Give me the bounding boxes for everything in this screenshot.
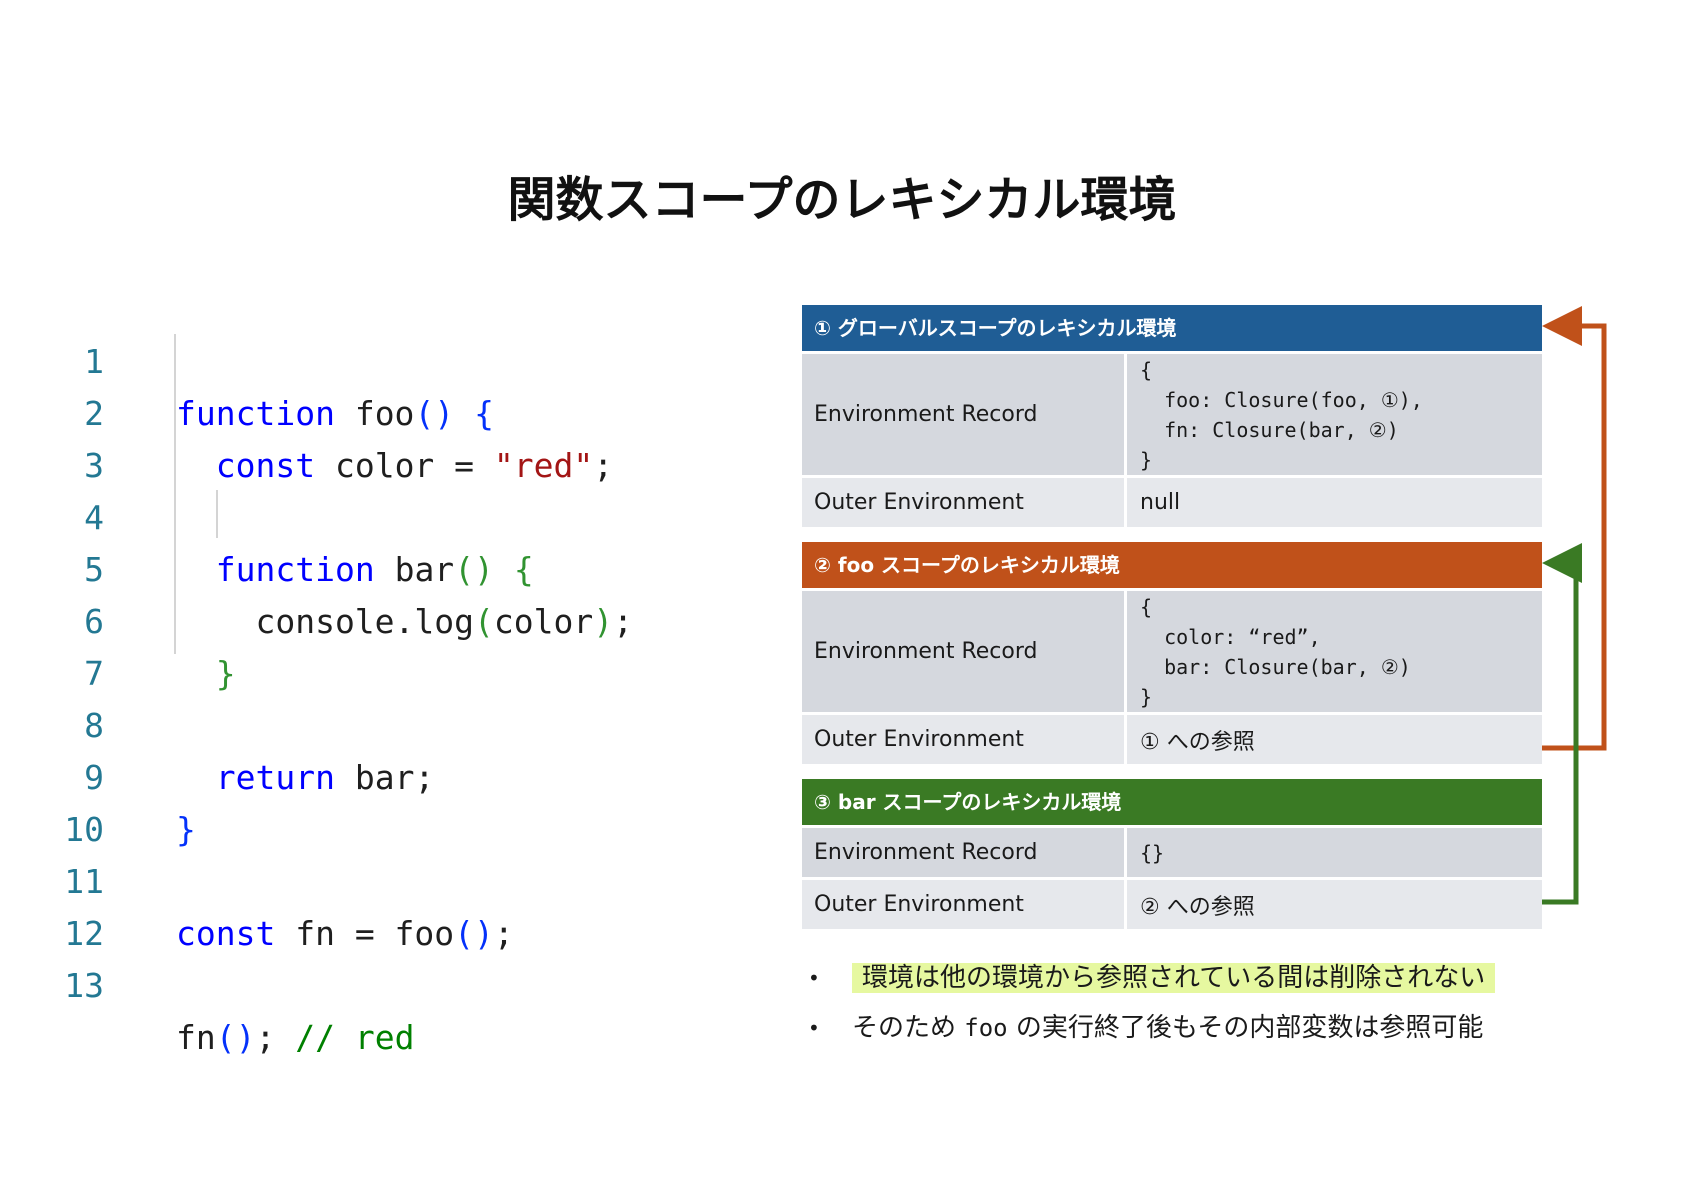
- code-line: 11 const fn = foo();: [40, 804, 514, 953]
- bullet: •: [808, 966, 820, 990]
- code-line: 13 fn(); // red: [40, 908, 414, 1057]
- line-code: return bar;: [215, 758, 435, 797]
- code-line: 12: [40, 856, 119, 953]
- code-line: 2 const color = "red";: [40, 336, 613, 485]
- slide-title: 関数スコープのレキシカル環境: [507, 172, 1177, 228]
- line-code: const fn = foo();: [176, 914, 514, 953]
- record-value: { foo: Closure(foo, ①), fn: Closure(bar,…: [1140, 354, 1542, 475]
- indent-guide: [216, 490, 218, 538]
- record-label: Environment Record: [802, 828, 1127, 877]
- note-text: そのため: [852, 1013, 965, 1043]
- record-lines: { color: “red”, bar: Closure(bar, ②)}: [1140, 594, 1411, 709]
- line-code: function foo() {: [176, 394, 494, 433]
- global-env-outer-row: Outer Environment null: [802, 475, 1542, 527]
- foo-env-record-row: Environment Record { color: “red”, bar: …: [802, 588, 1542, 712]
- bar-outer-arrow: [1542, 543, 1582, 905]
- record-label: Environment Record: [802, 591, 1127, 712]
- outer-label: Outer Environment: [802, 478, 1127, 527]
- line-code: }: [176, 810, 196, 849]
- code-line: 9 }: [40, 700, 196, 849]
- bar-env-record-row: Environment Record {}: [802, 825, 1542, 877]
- foo-env-header: ② foo スコープのレキシカル環境: [802, 542, 1542, 588]
- outer-label: Outer Environment: [802, 715, 1127, 764]
- foo-env-outer-row: Outer Environment ① への参照: [802, 712, 1542, 764]
- code-line: 6 }: [40, 544, 236, 693]
- bar-env-outer-row: Outer Environment ② への参照: [802, 877, 1542, 929]
- code-line: 8 return bar;: [40, 648, 434, 797]
- note-code: foo: [964, 1014, 1008, 1042]
- line-code: const color = "red";: [215, 446, 614, 485]
- outer-value: null: [1140, 490, 1181, 515]
- global-env-record-row: Environment Record { foo: Closure(foo, ①…: [802, 351, 1542, 475]
- line-number: 13: [64, 966, 104, 1005]
- record-value: { color: “red”, bar: Closure(bar, ②)}: [1140, 591, 1542, 712]
- line-code: console.log(color);: [176, 602, 633, 641]
- outer-value: ② への参照: [1140, 894, 1255, 920]
- code-line: 1 function foo() {: [40, 284, 494, 433]
- note-text: の実行終了後もその内部変数は参照可能: [1007, 1013, 1484, 1043]
- line-code: function bar() {: [215, 550, 534, 589]
- code-line: 4 function bar() {: [40, 440, 534, 589]
- code-line: 10: [40, 752, 119, 849]
- code-line: 3: [40, 388, 119, 485]
- bullet: •: [808, 1016, 820, 1040]
- outer-value: ① への参照: [1140, 729, 1255, 755]
- record-label: Environment Record: [802, 354, 1127, 475]
- line-code: fn(); // red: [176, 1018, 415, 1057]
- highlighted-note: 環境は他の環境から参照されている間は削除されない: [852, 963, 1496, 993]
- code-line: 7: [40, 596, 119, 693]
- code-line: 5 console.log(color);: [40, 492, 633, 641]
- line-code: }: [215, 654, 236, 693]
- foo-outer-arrow: [1542, 306, 1607, 751]
- record-lines: { foo: Closure(foo, ①), fn: Closure(bar,…: [1140, 357, 1423, 472]
- bar-env-header: ③ bar スコープのレキシカル環境: [802, 779, 1542, 825]
- global-env-header: ① グローバルスコープのレキシカル環境: [802, 305, 1542, 351]
- outer-label: Outer Environment: [802, 880, 1127, 929]
- record-value: {}: [1140, 840, 1165, 865]
